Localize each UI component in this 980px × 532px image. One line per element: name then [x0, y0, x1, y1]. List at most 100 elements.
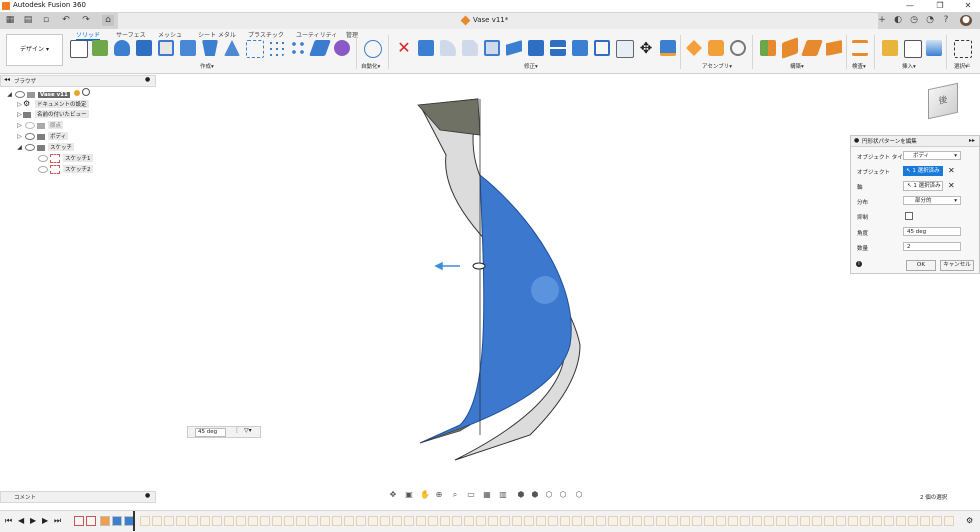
timeline-feature-icon[interactable] [716, 516, 726, 526]
split-body-icon[interactable] [616, 40, 634, 58]
go-to-start-icon[interactable]: ⏮ [5, 516, 12, 526]
tab-plastic[interactable]: プラスチック [248, 30, 284, 39]
pyramid-icon[interactable] [224, 40, 240, 56]
clear-axis-icon[interactable]: ✕ [948, 181, 955, 190]
select-components-filter-icon[interactable]: ⬡ [574, 490, 584, 500]
timeline-feature-icon[interactable] [440, 516, 450, 526]
revolve-icon[interactable] [180, 40, 196, 56]
timeline-feature-icon[interactable] [164, 516, 174, 526]
timeline-feature-icon[interactable] [152, 516, 162, 526]
timeline-feature-icon[interactable] [764, 516, 774, 526]
timeline-feature-icon[interactable] [920, 516, 930, 526]
tree-item-origin[interactable]: ▷ 原点 [6, 121, 156, 132]
plane-at-angle-icon[interactable] [782, 37, 798, 59]
timeline-feature-icon[interactable] [584, 516, 594, 526]
distribution-dropdown-icon[interactable]: ▽▾ [244, 427, 252, 434]
timeline-feature-icon[interactable] [212, 516, 222, 526]
viewcube[interactable]: 後 [928, 82, 958, 120]
offset-plane-icon[interactable] [760, 40, 776, 56]
timeline-feature-icon[interactable] [788, 516, 798, 526]
step-back-icon[interactable]: ◀ [18, 516, 24, 525]
visibility-eye-icon[interactable] [25, 133, 35, 140]
dialog-header[interactable]: ● 円形状パターンを編集 ▸▸ [851, 136, 979, 147]
circular-pattern-icon[interactable] [290, 40, 306, 56]
axis-selection[interactable]: ↖ 1 選択済み [903, 181, 943, 191]
go-to-end-icon[interactable]: ⏭ [54, 516, 61, 526]
timeline-feature-icon[interactable] [200, 516, 210, 526]
insert-canvas-icon[interactable] [926, 40, 942, 56]
timeline-feature-icon[interactable] [596, 516, 606, 526]
form-icon[interactable] [92, 40, 108, 56]
timeline-feature-icon[interactable] [668, 516, 678, 526]
timeline-feature-icon[interactable] [560, 516, 570, 526]
press-pull-icon[interactable] [418, 40, 434, 56]
timeline-feature-icon[interactable] [112, 516, 122, 526]
timeline-feature-icon[interactable] [332, 516, 342, 526]
select-bodies-filter-icon[interactable]: ⬢ [516, 490, 526, 500]
thicken-icon[interactable] [309, 40, 331, 56]
timeline-feature-icon[interactable] [872, 516, 882, 526]
hole-icon[interactable] [158, 40, 174, 56]
tab-sheet-metal[interactable]: シート メタル [198, 30, 236, 39]
expand-icon[interactable]: ◢ [6, 91, 13, 98]
browser-panel-header[interactable]: ◂◂ ブラウザ ● [0, 75, 156, 87]
timeline-feature-icon[interactable] [932, 516, 942, 526]
timeline-feature-icon[interactable] [896, 516, 906, 526]
timeline-feature-icon[interactable] [824, 516, 834, 526]
timeline-feature-icon[interactable] [248, 516, 258, 526]
timeline-sketch-icon[interactable] [86, 516, 96, 526]
split-face-icon[interactable] [594, 40, 610, 56]
angle-arrow-icon[interactable] [434, 261, 460, 271]
timeline-feature-icon[interactable] [464, 516, 474, 526]
fit-icon[interactable]: ⌕ [450, 490, 460, 500]
timeline-feature-icon[interactable] [272, 516, 282, 526]
timeline-feature-icon[interactable] [392, 516, 402, 526]
timeline-feature-icon[interactable] [548, 516, 558, 526]
object-type-select[interactable]: ボディ ▾ [903, 151, 961, 160]
expand-icon[interactable]: ▷ [16, 101, 23, 108]
help-icon[interactable]: ? [940, 15, 952, 26]
notifications-icon[interactable]: ◔ [924, 15, 936, 26]
construct-menu[interactable]: 構築▾ [790, 62, 804, 70]
visibility-eye-icon[interactable] [25, 144, 35, 151]
quantity-stepper[interactable]: 2 [903, 242, 961, 251]
model-canvas[interactable] [410, 95, 600, 465]
timeline-feature-icon[interactable] [680, 516, 690, 526]
comments-add-icon[interactable]: ● [145, 492, 150, 499]
distribution-select[interactable]: 部分的 ▾ [903, 196, 961, 205]
tree-item-sketch1[interactable]: スケッチ1 [6, 154, 156, 165]
extensions-icon[interactable]: ◐ [892, 15, 904, 26]
timeline-feature-icon[interactable] [416, 516, 426, 526]
tree-item-named-views[interactable]: ▷ 名前の付いたビュー [6, 110, 156, 121]
timeline-feature-icon[interactable] [728, 516, 738, 526]
timeline-feature-icon[interactable] [752, 516, 762, 526]
pan-icon[interactable]: ✋ [420, 490, 430, 500]
timeline-feature-icon[interactable] [356, 516, 366, 526]
timeline-feature-icon[interactable] [536, 516, 546, 526]
expand-icon[interactable]: ▷ [16, 111, 23, 118]
timeline-feature-icon[interactable] [512, 516, 522, 526]
close-window-button[interactable]: ✕ [958, 0, 978, 12]
timeline-feature-icon[interactable] [308, 516, 318, 526]
timeline-feature-icon[interactable] [860, 516, 870, 526]
timeline-feature-icon[interactable] [236, 516, 246, 526]
box-icon[interactable] [136, 40, 152, 56]
select-vertices-filter-icon[interactable]: ⬡ [558, 490, 568, 500]
tab-utilities[interactable]: ユーティリティ [296, 30, 337, 39]
timeline-feature-icon[interactable] [404, 516, 414, 526]
select-faces-filter-icon[interactable]: ⬢ [530, 490, 540, 500]
create-sketch-icon[interactable] [70, 40, 88, 58]
timeline-feature-icon[interactable] [800, 516, 810, 526]
timeline-feature-icon[interactable] [476, 516, 486, 526]
home-icon[interactable]: ⌂ [102, 15, 114, 26]
select-icon[interactable] [954, 40, 972, 58]
timeline-feature-icon[interactable] [836, 516, 846, 526]
file-menu-icon[interactable]: ▤ [22, 15, 34, 26]
visibility-eye-icon[interactable] [38, 166, 48, 173]
avatar[interactable]: ● [960, 15, 972, 26]
insert-derive-icon[interactable] [882, 40, 898, 56]
expand-dialog-icon[interactable]: ▸▸ [969, 137, 975, 144]
timeline-feature-icon[interactable] [296, 516, 306, 526]
collapse-icon[interactable]: ◢ [16, 144, 23, 151]
save-icon[interactable]: ▫ [40, 15, 52, 26]
